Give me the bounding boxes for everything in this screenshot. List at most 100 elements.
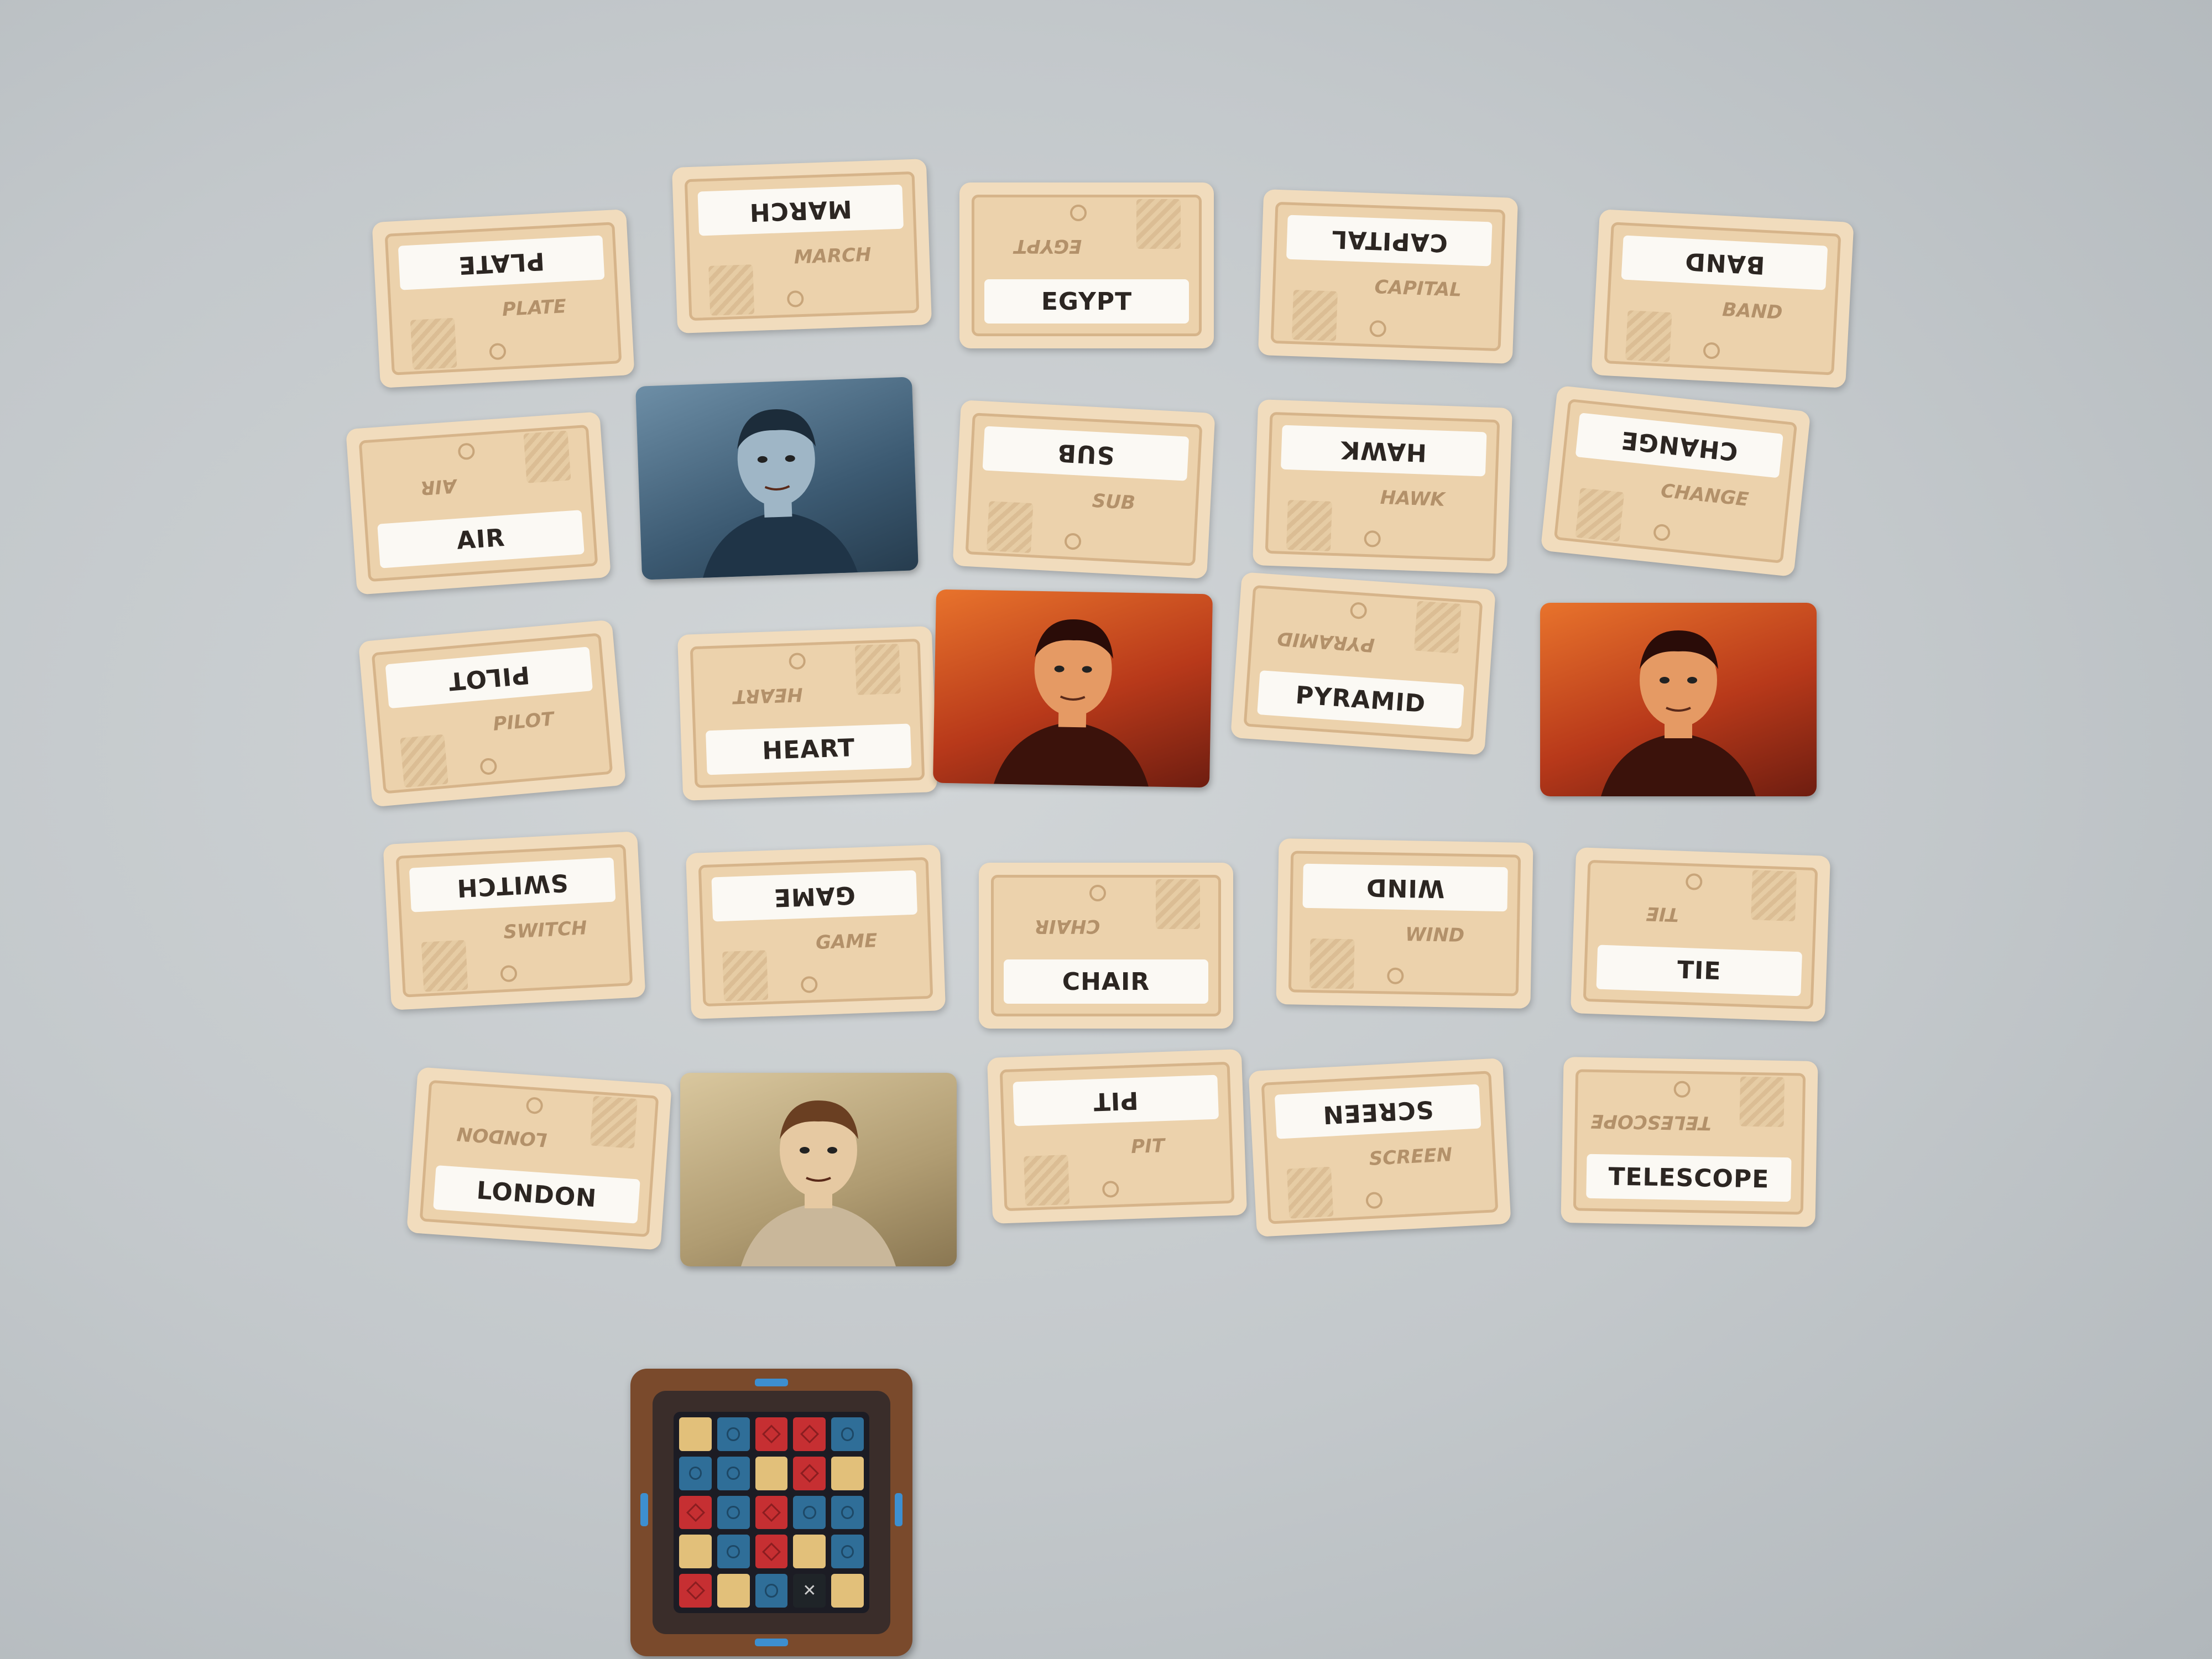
key-cell-neutral [793,1535,826,1569]
word-bar: MARCH [697,184,904,236]
key-grid [674,1412,869,1613]
card-stripe [1156,879,1200,929]
agent-card-neutral[interactable] [680,1073,957,1266]
key-cell-neutral [831,1456,864,1490]
card-stripe [986,501,1034,554]
word-card-capital[interactable]: CAPITAL CAPITAL [1258,189,1519,364]
card-word-mirror: EGYPT [1014,235,1082,257]
key-card[interactable] [630,1369,912,1656]
agent-portrait [741,1100,896,1266]
card-stripe [1309,938,1355,989]
word-card-change[interactable]: CHANGE CHANGE [1540,385,1811,577]
word-card-chair[interactable]: CHAIR CHAIR [979,863,1233,1029]
word-bar: TIE [1596,945,1803,997]
agent-card-red[interactable] [932,589,1213,788]
key-cell-neutral [831,1574,864,1608]
card-stripe [1286,1166,1334,1219]
card-word: TELESCOPE [1608,1162,1770,1194]
key-cell-neutral [679,1535,712,1569]
card-word: CAPITAL [1331,224,1448,257]
card-word-mirror: GAME [815,930,878,954]
card-word-mirror: HEART [733,683,804,708]
word-card-telescope[interactable]: TELESCOPE TELESCOPE [1561,1057,1818,1227]
word-card-sub[interactable]: SUB SUB [952,400,1215,579]
key-cell-blue [717,1535,750,1569]
card-stripe [421,940,468,992]
word-card-hawk[interactable]: HAWK HAWK [1252,399,1513,574]
word-bar: CAPITAL [1286,215,1493,267]
word-bar: WIND [1302,863,1508,912]
card-word: SWITCH [456,868,569,902]
card-stripe [1750,870,1797,921]
word-card-heart[interactable]: HEART HEART [677,626,938,801]
card-stripe [1413,601,1462,654]
key-card-light-bottom [755,1639,788,1646]
key-cell-red [793,1417,826,1451]
card-word-mirror: MARCH [794,243,872,269]
key-cell-red [679,1574,712,1608]
word-card-london[interactable]: LONDON LONDON [406,1067,672,1250]
word-card-screen[interactable]: SCREEN SCREEN [1248,1058,1511,1237]
word-card-air[interactable]: AIR AIR [346,411,611,595]
key-cell-blue [717,1417,750,1451]
key-cell-blue [831,1495,864,1530]
word-bar: EGYPT [984,279,1189,324]
agent-portrait [703,409,858,578]
word-bar: GAME [711,870,918,922]
key-card-light-left [640,1493,648,1526]
word-card-egypt[interactable]: EGYPT EGYPT [959,182,1214,348]
key-cell-blue [755,1574,788,1608]
game-table: PLATE PLATE MARCH MARCH EGYPT EGYPT CAPITAL CAP… [0,0,2212,1659]
word-card-pyramid[interactable]: PYRAMID PYRAMID [1230,572,1496,755]
card-word: TIE [1677,956,1722,985]
word-card-march[interactable]: MARCH MARCH [671,159,932,333]
card-stripe [1739,1076,1785,1127]
key-cell-red [679,1495,712,1530]
card-stripe [1291,290,1338,341]
card-word-mirror: WIND [1405,924,1465,947]
card-word: CHANGE [1619,425,1739,466]
card-circle-icon [1089,885,1106,901]
word-bar: TELESCOPE [1586,1154,1792,1202]
card-stripe [400,734,448,788]
agent-card-red[interactable] [1540,603,1817,796]
card-word: HEART [761,733,856,765]
card-stripe [854,644,901,695]
word-card-pilot[interactable]: PILOT PILOT [358,619,627,807]
key-cell-neutral [679,1417,712,1451]
card-stripe [1286,500,1333,551]
card-word: SCREEN [1321,1094,1434,1129]
card-word: MARCH [748,194,853,226]
word-card-plate[interactable]: PLATE PLATE [372,209,635,388]
card-word: EGYPT [1041,287,1133,316]
card-stripe [1625,310,1672,363]
card-word-mirror: CHAIR [1034,915,1100,937]
card-stripe [722,950,769,1001]
word-card-tie[interactable]: TIE TIE [1570,847,1831,1022]
card-word: PYRAMID [1295,681,1427,718]
key-cell-neutral [755,1456,788,1490]
key-cell-red [755,1495,788,1530]
card-word: CHAIR [1062,967,1150,996]
word-card-band[interactable]: BAND BAND [1591,209,1854,388]
key-cell-blue [831,1535,864,1569]
word-card-wind[interactable]: WIND WIND [1276,838,1533,1009]
card-stripe [523,430,571,483]
card-word: BAND [1683,246,1766,279]
card-word-mirror: CAPITAL [1374,276,1462,301]
word-card-pit[interactable]: PIT PIT [987,1049,1248,1224]
word-bar: HAWK [1280,425,1487,477]
card-stripe [1575,488,1625,542]
word-bar: CHAIR [1004,959,1208,1004]
key-cell-blue [717,1495,750,1530]
word-card-switch[interactable]: SWITCH SWITCH [383,831,646,1010]
key-cell-blue [679,1456,712,1490]
card-word-mirror: TIE [1646,902,1679,926]
agent-card-blue[interactable] [635,377,919,580]
key-card-light-top [755,1379,788,1386]
card-word: LONDON [476,1176,598,1213]
word-card-game[interactable]: GAME GAME [685,844,946,1019]
key-card-light-right [895,1493,902,1526]
key-cell-assassin [793,1574,826,1608]
card-word: SUB [1056,437,1115,469]
